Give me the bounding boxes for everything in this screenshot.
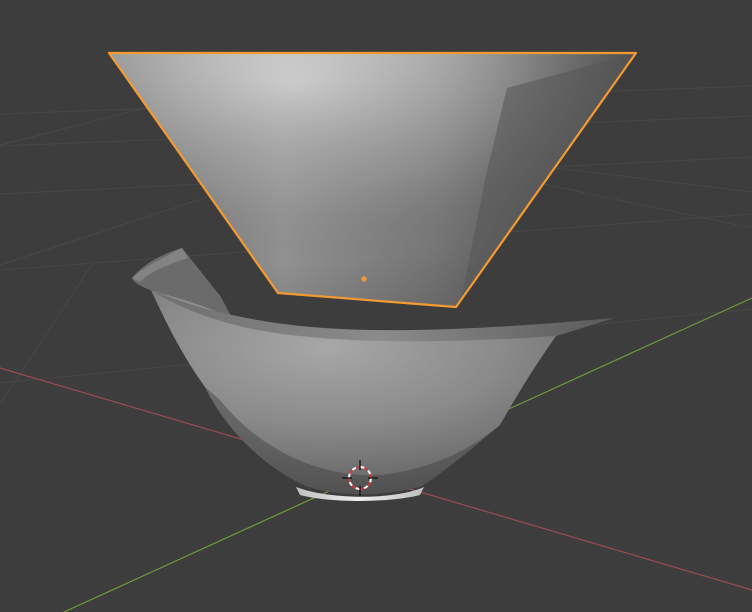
object-origin-point[interactable] [361,276,367,282]
3d-viewport[interactable] [0,0,752,612]
viewport-canvas[interactable] [0,0,752,612]
